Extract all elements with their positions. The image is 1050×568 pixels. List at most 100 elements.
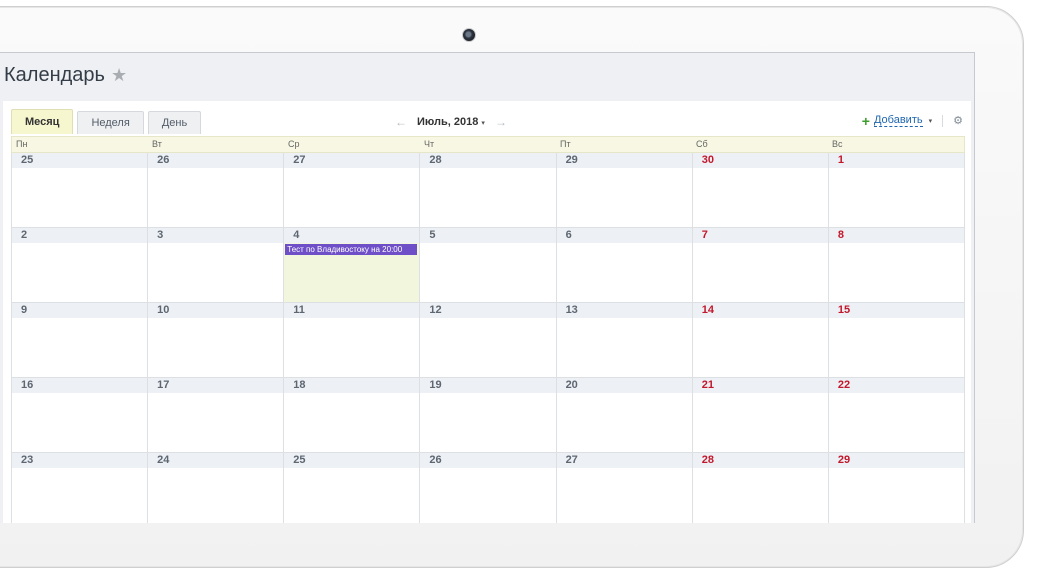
add-event-button[interactable]: + Добавить — [861, 112, 923, 129]
plus-icon: + — [861, 112, 870, 129]
toolbar-divider — [942, 114, 944, 127]
day-number: 29 — [556, 153, 692, 168]
day-cell[interactable]: 5 — [419, 228, 556, 303]
tab-day[interactable]: День — [147, 111, 202, 134]
day-number: 15 — [828, 303, 964, 318]
day-number: 28 — [420, 153, 556, 168]
day-number: 4 — [284, 228, 420, 243]
day-cell[interactable]: 20 — [555, 378, 692, 453]
gear-icon[interactable]: ⚙ — [953, 114, 963, 127]
tab-week[interactable]: Неделя — [77, 111, 144, 134]
day-cell[interactable]: 11 — [283, 303, 420, 378]
day-cell[interactable]: 26 — [147, 153, 284, 228]
day-cell[interactable]: 27 — [555, 453, 692, 523]
day-number: 11 — [284, 303, 420, 318]
day-cell[interactable]: 27 — [283, 153, 420, 228]
day-cell[interactable]: 29 — [555, 153, 692, 228]
day-cell[interactable]: 25 — [283, 453, 420, 523]
day-number: 6 — [556, 228, 692, 243]
day-cell[interactable]: 16 — [11, 378, 148, 453]
add-label: Добавить — [873, 114, 923, 127]
day-number: 25 — [284, 453, 420, 468]
week-row: 2 3 4 Тест по Владивостоку на 20:00 5 6 … — [11, 228, 965, 303]
day-number: 14 — [692, 303, 828, 318]
week-row: 16 17 18 19 20 21 22 — [11, 378, 965, 453]
day-cell[interactable]: 17 — [147, 378, 284, 453]
month-label: Июль, 2018 — [417, 116, 479, 128]
day-number: 17 — [148, 378, 284, 393]
camera-icon — [462, 28, 476, 42]
day-cell[interactable]: 28 — [691, 453, 828, 523]
month-selector[interactable]: Июль, 2018 ▾ — [417, 116, 485, 128]
day-number: 23 — [12, 453, 148, 468]
day-number: 20 — [556, 378, 692, 393]
calendar-event[interactable]: Тест по Владивостоку на 20:00 — [285, 244, 418, 255]
day-cell[interactable]: 8 — [827, 228, 965, 303]
week-row: 25 26 27 28 29 30 1 — [11, 153, 965, 228]
day-cell[interactable]: 6 — [555, 228, 692, 303]
app-screen: Календарь ★ Месяц Неделя День ← Июль, 20… — [0, 52, 975, 523]
day-cell[interactable]: 10 — [147, 303, 284, 378]
day-cell[interactable]: 7 — [691, 228, 828, 303]
day-cell[interactable]: 13 — [555, 303, 692, 378]
calendar-panel: Месяц Неделя День ← Июль, 2018 ▾ → + Доб… — [3, 101, 971, 523]
add-menu-chevron-icon[interactable]: ▾ — [929, 117, 933, 125]
week-row: 9 10 11 12 13 14 15 — [11, 303, 965, 378]
weekday-sun: Вс — [832, 139, 843, 149]
week-row: 23 24 25 26 27 28 29 — [11, 453, 965, 523]
day-cell[interactable]: 18 — [283, 378, 420, 453]
day-number: 9 — [12, 303, 148, 318]
day-number: 18 — [284, 378, 420, 393]
day-cell[interactable]: 9 — [11, 303, 148, 378]
weekday-fri: Пт — [560, 139, 571, 149]
day-cell[interactable]: 25 — [11, 153, 148, 228]
day-cell[interactable]: 15 — [827, 303, 965, 378]
weekday-thu: Чт — [424, 139, 435, 149]
day-cell[interactable]: 2 — [11, 228, 148, 303]
day-cell[interactable]: 14 — [691, 303, 828, 378]
day-number: 26 — [420, 453, 556, 468]
prev-month-button[interactable]: ← — [395, 115, 407, 129]
day-cell[interactable]: 22 — [827, 378, 965, 453]
star-icon[interactable]: ★ — [111, 65, 127, 86]
day-number: 16 — [12, 378, 148, 393]
day-cell[interactable]: 19 — [419, 378, 556, 453]
day-number: 19 — [420, 378, 556, 393]
page-title: Календарь — [4, 63, 105, 86]
day-cell-today[interactable]: 4 Тест по Владивостоку на 20:00 — [283, 228, 420, 303]
day-cell[interactable]: 1 — [827, 153, 965, 228]
next-month-button[interactable]: → — [495, 115, 507, 129]
day-number: 29 — [828, 453, 964, 468]
day-cell[interactable]: 21 — [691, 378, 828, 453]
day-number: 25 — [12, 153, 148, 168]
day-number: 26 — [148, 153, 284, 168]
day-number: 1 — [828, 153, 964, 168]
day-cell[interactable]: 26 — [419, 453, 556, 523]
month-grid: Пн Вт Ср Чт Пт Сб Вс 25 26 27 28 29 30 1… — [11, 136, 965, 523]
day-cell[interactable]: 30 — [691, 153, 828, 228]
day-number: 3 — [148, 228, 284, 243]
day-number: 21 — [692, 378, 828, 393]
day-number: 5 — [420, 228, 556, 243]
weekday-sat: Сб — [696, 139, 708, 149]
day-number: 2 — [12, 228, 148, 243]
tab-month[interactable]: Месяц — [11, 109, 74, 134]
day-number: 22 — [828, 378, 964, 393]
day-number: 7 — [692, 228, 828, 243]
day-cell[interactable]: 24 — [147, 453, 284, 523]
calendar-toolbar: + Добавить ▾ ⚙ — [861, 112, 963, 129]
weekday-header: Пн Вт Ср Чт Пт Сб Вс — [11, 136, 965, 153]
day-number: 27 — [284, 153, 420, 168]
day-number: 13 — [556, 303, 692, 318]
page-header: Календарь ★ — [4, 61, 127, 89]
day-cell[interactable]: 28 — [419, 153, 556, 228]
day-cell[interactable]: 23 — [11, 453, 148, 523]
day-number: 8 — [828, 228, 964, 243]
day-number: 24 — [148, 453, 284, 468]
day-cell[interactable]: 3 — [147, 228, 284, 303]
day-number: 28 — [692, 453, 828, 468]
day-cell[interactable]: 29 — [827, 453, 965, 523]
day-number: 10 — [148, 303, 284, 318]
day-cell[interactable]: 12 — [419, 303, 556, 378]
weekday-tue: Вт — [152, 139, 162, 149]
